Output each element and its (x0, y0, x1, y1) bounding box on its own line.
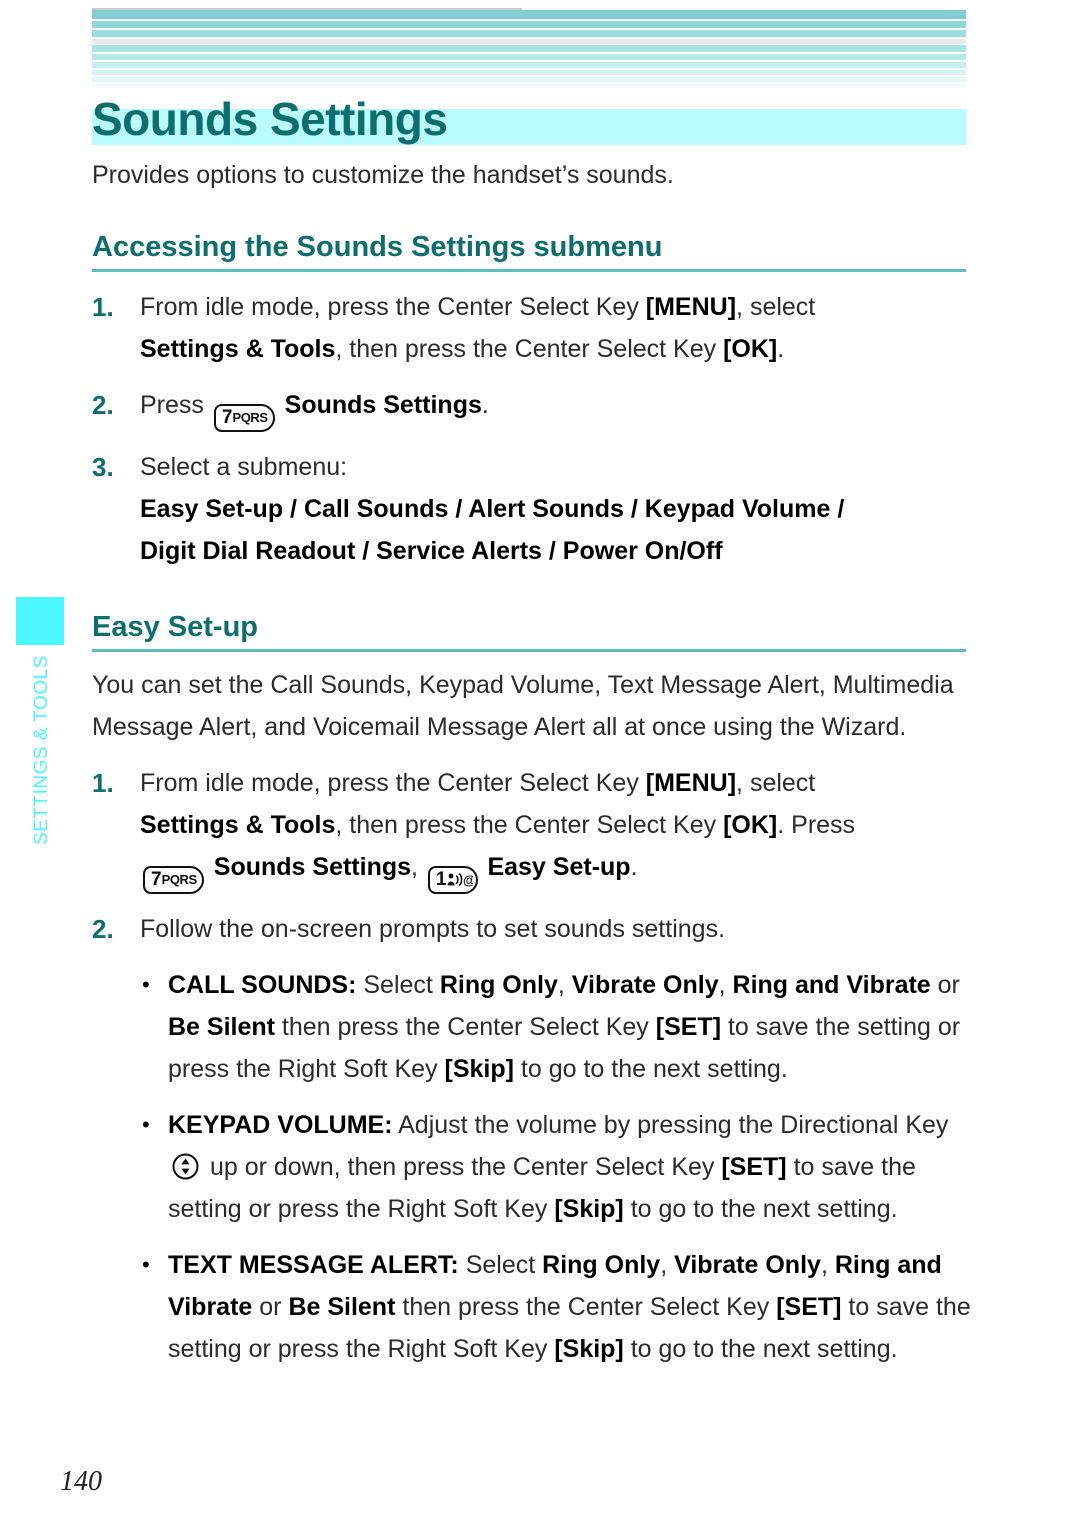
step-number: 2. (92, 390, 114, 420)
bullet-text-part: then press the Center Select Key (274, 1013, 656, 1041)
side-tab-color-block (16, 597, 64, 645)
key-7-pqrs-icon: 7PQRS (213, 404, 275, 432)
bullet-text-part: Adjust the volume by pressing the Direct… (392, 1111, 949, 1139)
bullet-text-part: to go to the next setting. (513, 1055, 788, 1083)
menu-sounds-settings: Sounds Settings (213, 853, 412, 881)
bullet-text-part: up or down, then press the Center Select… (203, 1153, 722, 1181)
voicemail-glyph-icon: @ (447, 873, 475, 888)
bullet-text-part: or (930, 971, 960, 999)
bullet-text-part: , (820, 1251, 835, 1279)
step-3-accessing: 3. Select a submenu: (92, 446, 980, 488)
option-be-silent: Be Silent (168, 1013, 275, 1041)
step-number: 1. (92, 768, 114, 798)
bullet-caption: TEXT MESSAGE ALERT: (168, 1251, 459, 1279)
menu-sounds-settings: Sounds Settings (284, 391, 482, 419)
section-heading-easy-setup: Easy Set-up (92, 610, 966, 652)
key-set-label: [SET] (655, 1013, 722, 1041)
step-text-part: From idle mode, press the Center Select … (140, 769, 646, 797)
bullet-text-message-alert: • TEXT MESSAGE ALERT: Select Ring Only, … (92, 1244, 980, 1370)
menu-settings-tools: Settings & Tools (140, 811, 336, 839)
bullet-dot-icon: • (142, 1252, 150, 1277)
option-vibrate-only: Vibrate Only (571, 971, 719, 999)
side-chapter-tab: SETTINGS & TOOLS (16, 597, 64, 877)
bullet-keypad-volume: • KEYPAD VOLUME: Adjust the volume by pr… (92, 1104, 980, 1230)
bullet-dot-icon: • (142, 972, 150, 997)
bullet-call-sounds: • CALL SOUNDS: Select Ring Only, Vibrate… (92, 964, 980, 1090)
step-text-part: . (481, 391, 489, 419)
svg-text:@: @ (463, 873, 473, 888)
key-menu-label: [MENU] (645, 293, 737, 321)
key-digit: 7 (221, 407, 233, 428)
submenu-list-line-2: Digit Dial Readout / Service Alerts / Po… (140, 537, 723, 565)
key-skip-label: [Skip] (554, 1335, 624, 1363)
bullet-caption: CALL SOUNDS: (168, 971, 357, 999)
option-ring-only: Ring Only (542, 1251, 661, 1279)
bullet-text-part: or (252, 1293, 289, 1321)
step-text-part: . Press (777, 811, 856, 839)
bullet-caption: KEYPAD VOLUME: (168, 1111, 393, 1139)
key-letters: PQRS (161, 872, 198, 887)
step-text-part: , select (736, 769, 816, 797)
key-skip-label: [Skip] (444, 1055, 514, 1083)
submenu-list-line-1: Easy Set-up / Call Sounds / Alert Sounds… (140, 495, 845, 523)
step-text-part: , then press the Center Select Key (335, 335, 724, 363)
step-number: 2. (92, 914, 114, 944)
bullet-text-part: then press the Center Select Key (395, 1293, 777, 1321)
step-text-part: Follow the on-screen prompts to set soun… (140, 915, 726, 943)
step-number: 3. (92, 452, 114, 482)
step-1-accessing: 1. From idle mode, press the Center Sele… (92, 286, 980, 370)
key-7-pqrs-icon: 7PQRS (143, 866, 204, 894)
easy-setup-description: You can set the Call Sounds, Keypad Volu… (92, 671, 954, 741)
option-vibrate-only: Vibrate Only (674, 1251, 821, 1279)
step-text-part: , select (736, 293, 816, 321)
page-title-block: Sounds Settings (92, 94, 980, 152)
bullet-text-part: to go to the next setting. (623, 1335, 898, 1363)
bullet-text-part: Select (356, 971, 440, 999)
option-ring-only: Ring Only (439, 971, 558, 999)
key-digit: 7 (151, 869, 162, 890)
side-tab-label: SETTINGS & TOOLS (31, 655, 52, 845)
option-be-silent: Be Silent (288, 1293, 396, 1321)
step-text-part: Select a submenu: (140, 453, 348, 481)
bullet-text-part: , (660, 1251, 675, 1279)
section-heading-accessing: Accessing the Sounds Settings submenu (92, 230, 966, 272)
step-number: 1. (92, 292, 114, 322)
bullet-dot-icon: • (142, 1112, 150, 1137)
step-2-easy-setup: 2. Follow the on-screen prompts to set s… (92, 908, 980, 950)
directional-key-icon (172, 1151, 199, 1180)
page-number: 140 (60, 1466, 102, 1497)
step-1-easy-setup: 1. From idle mode, press the Center Sele… (92, 762, 980, 894)
menu-settings-tools: Settings & Tools (140, 335, 336, 363)
bullet-text-part: Select (458, 1251, 543, 1279)
key-set-label: [SET] (776, 1293, 842, 1321)
key-ok-label: [OK] (723, 811, 778, 839)
page-content: Sounds Settings Provides options to cust… (92, 0, 980, 1370)
key-skip-label: [Skip] (554, 1195, 624, 1223)
step-text-part: From idle mode, press the Center Select … (140, 293, 646, 321)
key-menu-label: [MENU] (645, 769, 737, 797)
page-title: Sounds Settings (92, 93, 448, 145)
key-letters: PQRS (232, 410, 268, 425)
bullet-text-part: to go to the next setting. (623, 1195, 898, 1223)
step-text-part: . (630, 853, 638, 881)
step-text-part: , then press the Center Select Key (335, 811, 724, 839)
key-digit: 1 (435, 869, 447, 890)
step-2-accessing: 2. Press 7PQRS Sounds Settings. (92, 384, 980, 432)
step-text-part: . (777, 335, 785, 363)
step-text-part: Press (140, 391, 204, 419)
intro-text: Provides options to customize the handse… (92, 161, 674, 189)
step-text-part: , (411, 853, 418, 881)
bullet-text-part: , (718, 971, 733, 999)
bullet-text-part: , (557, 971, 572, 999)
key-1-voicemail-icon: 1@ (427, 866, 478, 894)
key-set-label: [SET] (721, 1153, 787, 1181)
key-ok-label: [OK] (723, 335, 778, 363)
option-ring-and-vibrate: Ring and Vibrate (732, 971, 931, 999)
menu-easy-setup: Easy Set-up (487, 853, 631, 881)
